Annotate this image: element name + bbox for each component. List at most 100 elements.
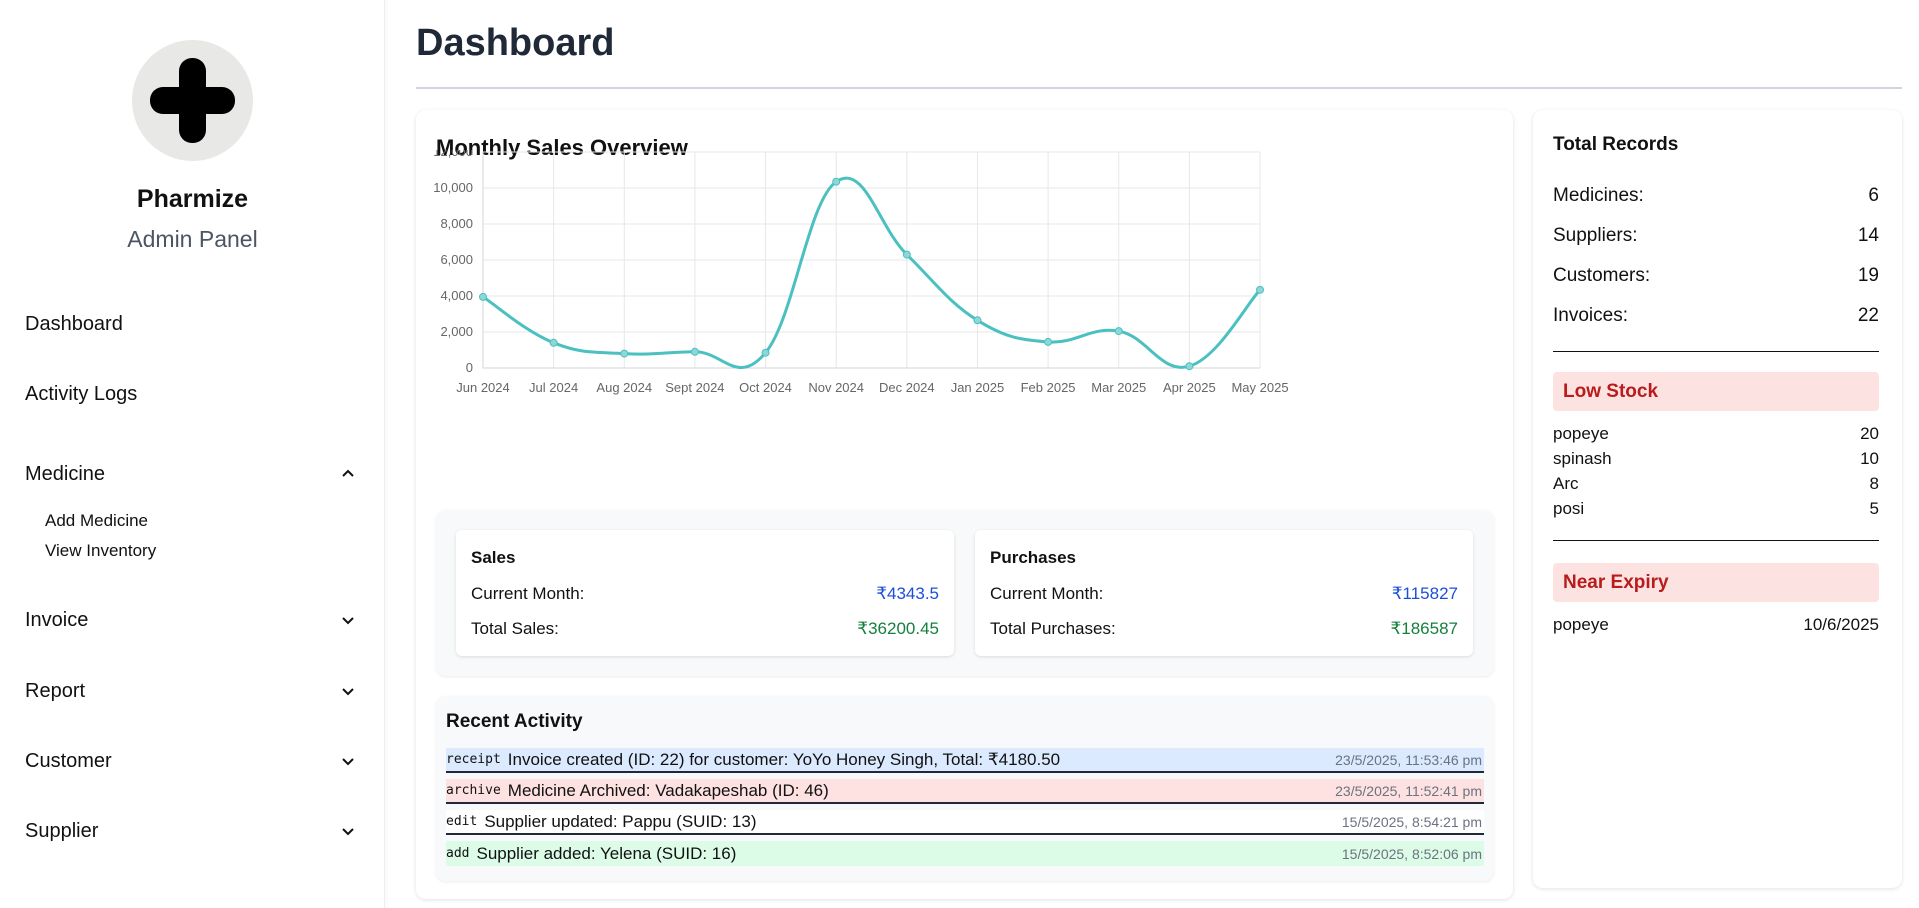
data-point [620, 349, 629, 358]
sidebar-item-supplier[interactable]: Supplier [25, 809, 360, 853]
sales-current-value: ₹4343.5 [876, 584, 939, 603]
data-point [549, 338, 558, 347]
brand-name: Pharmize [136, 185, 249, 213]
near-expiry-heading: Near Expiry [1553, 563, 1879, 602]
record-value: 19 [1857, 265, 1879, 286]
sidebar-item-label: Report [25, 679, 86, 702]
sidebar-item-label: Supplier [25, 819, 99, 842]
y-tick-label: 10,000 [433, 180, 473, 195]
activity-item: archive Medicine Archived: Vadakapeshab … [446, 779, 1484, 804]
sidebar-subitem-add-medicine[interactable]: Add Medicine [45, 511, 148, 531]
data-point [902, 250, 911, 259]
sidebar-item-label: Activity Logs [25, 382, 138, 405]
purchases-current-label: Current Month: [990, 584, 1104, 603]
sidebar-item-invoice[interactable]: Invoice [25, 598, 360, 642]
data-point [1185, 362, 1194, 371]
sidebar-item-activity-logs[interactable]: Activity Logs [25, 372, 360, 416]
sidebar-subitem-view-inventory[interactable]: View Inventory [45, 541, 156, 561]
add-icon: add [446, 846, 470, 861]
stats-panel: Sales Current Month: ₹4343.5 Total Sales… [436, 510, 1494, 676]
main-card: Monthly Sales Overview 0 2,000 4,000 6,000 8… [416, 110, 1513, 899]
x-tick-label: Mar 2025 [1091, 380, 1146, 395]
near-expiry-row: popeye 10/6/2025 [1553, 615, 1879, 635]
archive-icon: archive [446, 783, 501, 798]
purchases-total-row: Total Purchases: ₹186587 [990, 619, 1458, 639]
sales-current-label: Current Month: [471, 584, 585, 603]
sales-current-row: Current Month: ₹4343.5 [471, 584, 939, 604]
data-point [761, 348, 770, 357]
activity-item: add Supplier added: Yelena (SUID: 16) 15… [446, 841, 1484, 866]
chevron-down-icon[interactable] [336, 819, 360, 843]
activity-item: edit Supplier updated: Pappu (SUID: 13) … [446, 810, 1484, 835]
recent-activity-title: Recent Activity [446, 711, 583, 732]
sidebar-item-dashboard[interactable]: Dashboard [25, 302, 360, 346]
x-tick-label: Feb 2025 [1021, 380, 1076, 395]
low-stock-name: posi [1553, 499, 1585, 518]
activity-text: Medicine Archived: Vadakapeshab (ID: 46) [507, 780, 829, 800]
low-stock-qty: 8 [1869, 474, 1879, 493]
data-point [690, 347, 699, 356]
low-stock-row: Arc 8 [1553, 474, 1879, 494]
sidebar-item-medicine[interactable]: Medicine [25, 452, 360, 496]
purchases-total-label: Total Purchases: [990, 619, 1116, 638]
data-point [973, 316, 982, 325]
purchases-current-value: ₹115827 [1391, 584, 1458, 603]
chevron-up-icon[interactable] [336, 462, 360, 486]
activity-time: 15/5/2025, 8:54:21 pm [1341, 813, 1482, 830]
activity-time: 23/5/2025, 11:52:41 pm [1335, 782, 1482, 799]
y-tick-label: 6,000 [440, 252, 473, 267]
low-stock-qty: 10 [1860, 449, 1879, 468]
near-expiry-name: popeye [1553, 615, 1609, 634]
activity-text: Supplier added: Yelena (SUID: 16) [476, 843, 737, 863]
activity-text: Supplier updated: Pappu (SUID: 13) [484, 811, 757, 831]
sidebar-item-report[interactable]: Report [25, 669, 360, 713]
chevron-down-icon[interactable] [336, 749, 360, 773]
sidebar-item-label: Medicine [25, 462, 106, 485]
y-tick-label: 12,000 [433, 150, 473, 159]
sidebar-item-label: Dashboard [25, 312, 123, 335]
sales-total-label: Total Sales: [471, 619, 559, 638]
y-tick-label: 0 [466, 360, 473, 375]
data-point [479, 292, 487, 301]
divider [416, 87, 1902, 89]
x-tick-label: Apr 2025 [1163, 380, 1216, 395]
divider [1553, 351, 1879, 352]
record-row: Customers: 19 [1553, 265, 1879, 287]
x-tick-label: May 2025 [1231, 380, 1288, 395]
record-label: Medicines: [1553, 185, 1644, 206]
x-tick-label: Jul 2024 [529, 380, 578, 395]
purchases-total-value: ₹186587 [1390, 619, 1458, 638]
low-stock-row: popeye 20 [1553, 424, 1879, 444]
x-tick-label: Jan 2025 [951, 380, 1005, 395]
record-row: Invoices: 22 [1553, 305, 1879, 327]
sidebar-item-label: Customer [25, 749, 112, 772]
y-tick-label: 2,000 [440, 324, 473, 339]
record-value: 22 [1857, 305, 1879, 326]
x-tick-label: Aug 2024 [596, 380, 652, 395]
logo [132, 40, 253, 161]
sales-heading: Sales [471, 548, 516, 567]
data-point [832, 177, 841, 186]
near-expiry-date: 10/6/2025 [1803, 615, 1879, 634]
chevron-down-icon[interactable] [336, 679, 360, 703]
x-tick-label: Nov 2024 [808, 380, 864, 395]
chevron-down-icon[interactable] [336, 608, 360, 632]
data-point [1256, 285, 1264, 294]
record-value: 6 [1868, 185, 1879, 206]
activity-time: 15/5/2025, 8:52:06 pm [1341, 845, 1482, 862]
activity-text: Invoice created (ID: 22) for customer: Y… [507, 749, 1061, 769]
low-stock-name: popeye [1553, 424, 1609, 443]
purchases-current-row: Current Month: ₹115827 [990, 584, 1458, 604]
data-point [1114, 327, 1123, 336]
sidebar: Pharmize Admin Panel Dashboard Activity … [0, 0, 385, 908]
x-tick-label: Oct 2024 [739, 380, 792, 395]
low-stock-heading: Low Stock [1553, 372, 1879, 411]
x-tick-label: Dec 2024 [879, 380, 935, 395]
recent-activity-panel: Recent Activity receipt Invoice created … [436, 696, 1494, 881]
receipt-icon: receipt [446, 752, 501, 767]
low-stock-qty: 5 [1869, 499, 1879, 518]
low-stock-row: spinash 10 [1553, 449, 1879, 469]
sidebar-item-customer[interactable]: Customer [25, 739, 360, 783]
low-stock-name: Arc [1553, 474, 1579, 493]
divider [1553, 540, 1879, 541]
